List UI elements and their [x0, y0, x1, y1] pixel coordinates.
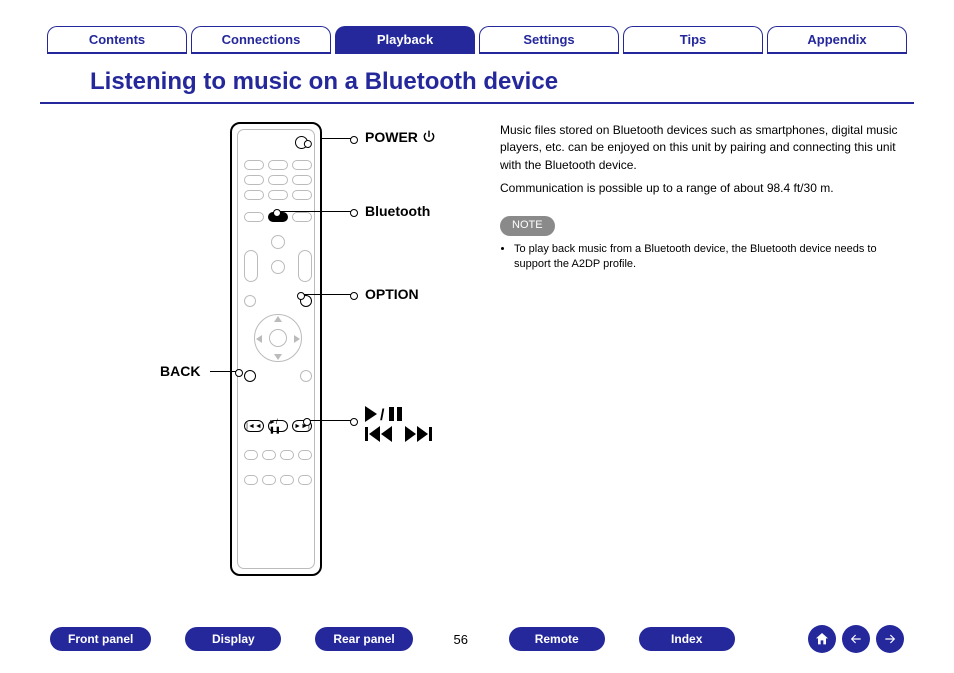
remote-sound2 — [262, 475, 276, 485]
body-text: Music files stored on Bluetooth devices … — [500, 114, 914, 594]
remote-quick2 — [262, 450, 276, 460]
remote-mute-button — [271, 260, 285, 274]
remote-button — [292, 190, 312, 200]
leader-transport-tip — [306, 420, 318, 421]
dpad-left-icon — [256, 335, 262, 343]
callout-option: OPTION — [365, 286, 419, 302]
note-badge: NOTE — [500, 216, 555, 236]
callout-power: POWER — [365, 129, 436, 145]
tab-contents[interactable]: Contents — [47, 26, 187, 54]
nav-front-panel[interactable]: Front panel — [50, 627, 151, 651]
power-icon — [422, 130, 436, 144]
remote-body: |◄◄ ►/❚❚ ►►| — [230, 122, 322, 576]
skip-icon — [365, 426, 443, 442]
tab-tips[interactable]: Tips — [623, 26, 763, 54]
tab-settings[interactable]: Settings — [479, 26, 619, 54]
dpad-down-icon — [274, 354, 282, 360]
home-icon — [814, 631, 830, 647]
remote-vol-rocker — [298, 250, 312, 282]
arrow-right-icon — [883, 632, 897, 646]
note-list: To play back music from a Bluetooth devi… — [500, 242, 914, 274]
paragraph-2: Communication is possible up to a range … — [500, 180, 914, 197]
remote-prev-button: |◄◄ — [244, 420, 264, 432]
tab-appendix[interactable]: Appendix — [767, 26, 907, 54]
remote-button — [268, 190, 288, 200]
main-content: |◄◄ ►/❚❚ ►►| POWER Bluetoot — [0, 114, 954, 594]
remote-button — [268, 175, 288, 185]
remote-button — [292, 175, 312, 185]
leader-bluetooth — [288, 211, 355, 212]
dpad-right-icon — [294, 335, 300, 343]
nav-display[interactable]: Display — [185, 627, 281, 651]
callout-playpause: / — [365, 406, 415, 426]
leader-back — [210, 371, 240, 372]
remote-button — [244, 190, 264, 200]
remote-inner: |◄◄ ►/❚❚ ►►| — [237, 129, 315, 569]
page-number: 56 — [447, 632, 475, 647]
remote-button — [244, 160, 264, 170]
nav-icons — [808, 625, 904, 653]
callout-skip — [365, 426, 443, 446]
remote-diagram: |◄◄ ►/❚❚ ►►| POWER Bluetoot — [40, 114, 470, 594]
playpause-icon: / — [365, 406, 415, 422]
callout-bluetooth: Bluetooth — [365, 203, 430, 219]
callout-back: BACK — [160, 363, 200, 379]
bottom-nav: Front panel Display Rear panel 56 Remote… — [0, 625, 954, 653]
remote-enter-button — [269, 329, 287, 347]
callout-power-label: POWER — [365, 129, 418, 145]
prev-page-button[interactable] — [842, 625, 870, 653]
remote-quick4 — [298, 450, 312, 460]
remote-button — [244, 212, 264, 222]
leader-bluetooth-tip — [276, 211, 288, 212]
nav-rear-panel[interactable]: Rear panel — [315, 627, 412, 651]
dpad-up-icon — [274, 316, 282, 322]
remote-sound1 — [244, 475, 258, 485]
remote-button — [292, 212, 312, 222]
next-page-button[interactable] — [876, 625, 904, 653]
page-title: Listening to music on a Bluetooth device — [40, 54, 914, 104]
top-nav: Contents Connections Playback Settings T… — [0, 0, 954, 54]
remote-eco-button — [271, 235, 285, 249]
nav-remote[interactable]: Remote — [509, 627, 605, 651]
leader-option — [312, 294, 355, 295]
remote-back-button — [244, 370, 256, 382]
remote-button — [268, 160, 288, 170]
home-button[interactable] — [808, 625, 836, 653]
leader-power — [320, 138, 355, 139]
remote-setup-button — [300, 370, 312, 382]
remote-quick3 — [280, 450, 294, 460]
remote-ch-rocker — [244, 250, 258, 282]
leader-option-tip — [300, 294, 312, 295]
remote-info-button — [244, 295, 256, 307]
tab-playback[interactable]: Playback — [335, 26, 475, 54]
arrow-left-icon — [849, 632, 863, 646]
remote-sound4 — [298, 475, 312, 485]
paragraph-1: Music files stored on Bluetooth devices … — [500, 122, 914, 174]
tab-connections[interactable]: Connections — [191, 26, 331, 54]
remote-playpause-button: ►/❚❚ — [268, 420, 288, 432]
nav-index[interactable]: Index — [639, 627, 735, 651]
remote-button — [292, 160, 312, 170]
note-item: To play back music from a Bluetooth devi… — [514, 242, 914, 274]
remote-quick1 — [244, 450, 258, 460]
leader-transport — [318, 420, 355, 421]
remote-button — [244, 175, 264, 185]
remote-sound3 — [280, 475, 294, 485]
svg-text:/: / — [380, 407, 385, 422]
